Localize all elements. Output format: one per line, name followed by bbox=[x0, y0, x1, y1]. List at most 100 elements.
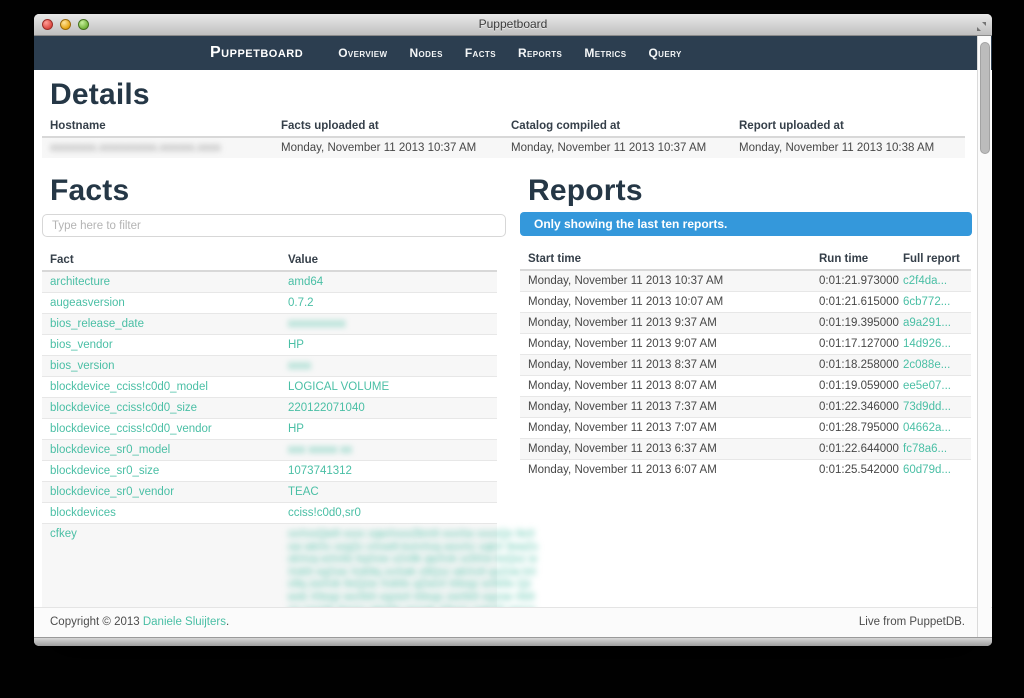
fact-value-link[interactable]: HP bbox=[288, 339, 304, 351]
full-report-link[interactable]: 6cb772... bbox=[903, 296, 950, 308]
table-row: Monday, November 11 2013 9:07 AM0:01:17.… bbox=[520, 334, 971, 355]
table-row: blockdevice_cciss!c0d0_model LOGICAL VOLU… bbox=[42, 377, 497, 398]
nav-item-reports[interactable]: Reports bbox=[507, 46, 573, 60]
table-row: Monday, November 11 2013 7:07 AM0:01:28.… bbox=[520, 418, 971, 439]
fact-name-link[interactable]: blockdevice_cciss!c0d0_size bbox=[50, 402, 197, 414]
report-run-time: 0:01:21.615000 bbox=[811, 292, 895, 313]
full-report-link[interactable]: fc78a6... bbox=[903, 443, 947, 455]
report-start-time: Monday, November 11 2013 7:37 AM bbox=[520, 397, 811, 418]
fact-name-link[interactable]: blockdevice_sr0_size bbox=[50, 465, 159, 477]
full-report-link[interactable]: 73d9dd... bbox=[903, 401, 951, 413]
fact-name-link[interactable]: architecture bbox=[50, 276, 110, 288]
table-row: blockdevice_cciss!c0d0_size 220122071040 bbox=[42, 398, 497, 419]
copyright-suffix: . bbox=[226, 616, 229, 628]
fact-name-link[interactable]: blockdevices bbox=[50, 507, 116, 519]
table-row: Monday, November 11 2013 9:37 AM0:01:19.… bbox=[520, 313, 971, 334]
scrollbar-thumb[interactable] bbox=[980, 42, 990, 154]
table-row: Monday, November 11 2013 8:37 AM0:01:18.… bbox=[520, 355, 971, 376]
facts-col-fact: Fact bbox=[42, 250, 280, 271]
reports-col-full-report: Full report bbox=[895, 249, 971, 270]
table-row: blockdevice_sr0_model xxx xxxxx xx bbox=[42, 440, 497, 461]
table-row: blockdevice_sr0_size 1073741312 bbox=[42, 461, 497, 482]
details-col-facts-uploaded: Facts uploaded at bbox=[273, 116, 503, 137]
report-start-time: Monday, November 11 2013 7:07 AM bbox=[520, 418, 811, 439]
scrollbar[interactable] bbox=[977, 36, 991, 637]
facts-uploaded-at: Monday, November 11 2013 10:37 AM bbox=[273, 137, 503, 158]
fact-name-link[interactable]: blockdevice_cciss!c0d0_vendor bbox=[50, 423, 212, 435]
facts-filter-input[interactable] bbox=[42, 214, 506, 237]
full-report-link[interactable]: c2f4da... bbox=[903, 275, 947, 287]
details-table: Hostname Facts uploaded at Catalog compi… bbox=[42, 116, 965, 158]
fact-value-link[interactable]: 220122071040 bbox=[288, 402, 365, 414]
fact-value-link[interactable]: 1073741312 bbox=[288, 465, 352, 477]
redacted-fact-value: xxxx bbox=[288, 360, 311, 372]
table-row: blockdevices cciss!c0d0,sr0 bbox=[42, 503, 497, 524]
fact-name-link[interactable]: blockdevice_sr0_vendor bbox=[50, 486, 174, 498]
close-window-button[interactable] bbox=[42, 19, 53, 30]
report-start-time: Monday, November 11 2013 9:37 AM bbox=[520, 313, 811, 334]
fact-value-link[interactable]: HP bbox=[288, 423, 304, 435]
fact-name-link[interactable]: cfkey bbox=[50, 528, 77, 540]
fact-value-link[interactable]: TEAC bbox=[288, 486, 319, 498]
fact-name-link[interactable]: bios_release_date bbox=[50, 318, 144, 330]
report-run-time: 0:01:28.795000 bbox=[811, 418, 895, 439]
redacted-fact-value: xxx xxxxx xx bbox=[288, 444, 352, 456]
table-row: cfkeyxxXxxQw9 xxxx xqwXxxxZkm9 xxxXw xxx… bbox=[42, 524, 497, 608]
zoom-window-button[interactable] bbox=[78, 19, 89, 30]
nav-item-query[interactable]: Query bbox=[637, 46, 692, 60]
facts-section: Facts Fact Value architectureamd64augeas… bbox=[42, 172, 506, 607]
report-start-time: Monday, November 11 2013 6:07 AM bbox=[520, 460, 811, 481]
redacted-fact-value: xxxxxxxxxx bbox=[288, 318, 346, 330]
copyright-prefix: Copyright © 2013 bbox=[50, 616, 143, 628]
fact-name-link[interactable]: blockdevice_cciss!c0d0_model bbox=[50, 381, 208, 393]
fact-name-link[interactable]: augeasversion bbox=[50, 297, 125, 309]
table-row: bios_vendor HP bbox=[42, 335, 497, 356]
report-run-time: 0:01:25.542000 bbox=[811, 460, 895, 481]
fact-name-link[interactable]: blockdevice_sr0_model bbox=[50, 444, 170, 456]
full-report-link[interactable]: 14d926... bbox=[903, 338, 951, 350]
full-report-link[interactable]: ee5e07... bbox=[903, 380, 951, 392]
fact-name-link[interactable]: bios_vendor bbox=[50, 339, 113, 351]
fact-value-link[interactable]: LOGICAL VOLUME bbox=[288, 381, 389, 393]
fact-value-link[interactable]: 0.7.2 bbox=[288, 297, 314, 309]
report-uploaded-at: Monday, November 11 2013 10:38 AM bbox=[731, 137, 965, 158]
redacted-fact-value: xxXxxQw9 xxxx xqwXxxxZkm9 xxxXw xxxxQx 9… bbox=[288, 528, 538, 607]
nav-item-overview[interactable]: Overview bbox=[327, 46, 398, 60]
window-titlebar[interactable]: Puppetboard bbox=[34, 14, 992, 36]
table-row: bios_version xxxx bbox=[42, 356, 497, 377]
fullscreen-icon[interactable] bbox=[976, 19, 987, 30]
report-start-time: Monday, November 11 2013 9:07 AM bbox=[520, 334, 811, 355]
full-report-link[interactable]: a9a291... bbox=[903, 317, 951, 329]
details-col-report-uploaded: Report uploaded at bbox=[731, 116, 965, 137]
nav-item-nodes[interactable]: Nodes bbox=[398, 46, 453, 60]
full-report-link[interactable]: 2c088e... bbox=[903, 359, 950, 371]
nav-items: OverviewNodesFactsReportsMetricsQuery bbox=[327, 46, 693, 60]
fact-value-link[interactable]: amd64 bbox=[288, 276, 323, 288]
details-col-catalog-compiled: Catalog compiled at bbox=[503, 116, 731, 137]
nav-item-facts[interactable]: Facts bbox=[454, 46, 507, 60]
navbar-brand[interactable]: Puppetboard bbox=[210, 44, 303, 62]
window-title: Puppetboard bbox=[34, 14, 992, 35]
table-row: blockdevice_sr0_vendor TEAC bbox=[42, 482, 497, 503]
report-start-time: Monday, November 11 2013 8:37 AM bbox=[520, 355, 811, 376]
report-run-time: 0:01:22.346000 bbox=[811, 397, 895, 418]
minimize-window-button[interactable] bbox=[60, 19, 71, 30]
table-row: Monday, November 11 2013 6:37 AM0:01:22.… bbox=[520, 439, 971, 460]
traffic-lights bbox=[42, 19, 89, 30]
fact-value-link[interactable]: cciss!c0d0,sr0 bbox=[288, 507, 361, 519]
report-start-time: Monday, November 11 2013 10:37 AM bbox=[520, 270, 811, 292]
reports-notice: Only showing the last ten reports. bbox=[520, 212, 972, 236]
page-footer: Copyright © 2013 Daniele Sluijters. Live… bbox=[34, 607, 992, 637]
author-link[interactable]: Daniele Sluijters bbox=[143, 616, 226, 628]
reports-col-run-time: Run time bbox=[811, 249, 895, 270]
fact-name-link[interactable]: bios_version bbox=[50, 360, 115, 372]
report-run-time: 0:01:21.973000 bbox=[811, 270, 895, 292]
full-report-link[interactable]: 04662a... bbox=[903, 422, 951, 434]
full-report-link[interactable]: 60d79d... bbox=[903, 464, 951, 476]
navbar: Puppetboard OverviewNodesFactsReportsMet… bbox=[34, 36, 992, 70]
report-run-time: 0:01:22.644000 bbox=[811, 439, 895, 460]
copyright-text: Copyright © 2013 Daniele Sluijters. bbox=[50, 608, 229, 637]
table-row: Monday, November 11 2013 8:07 AM0:01:19.… bbox=[520, 376, 971, 397]
facts-heading: Facts bbox=[42, 174, 506, 208]
nav-item-metrics[interactable]: Metrics bbox=[573, 46, 637, 60]
